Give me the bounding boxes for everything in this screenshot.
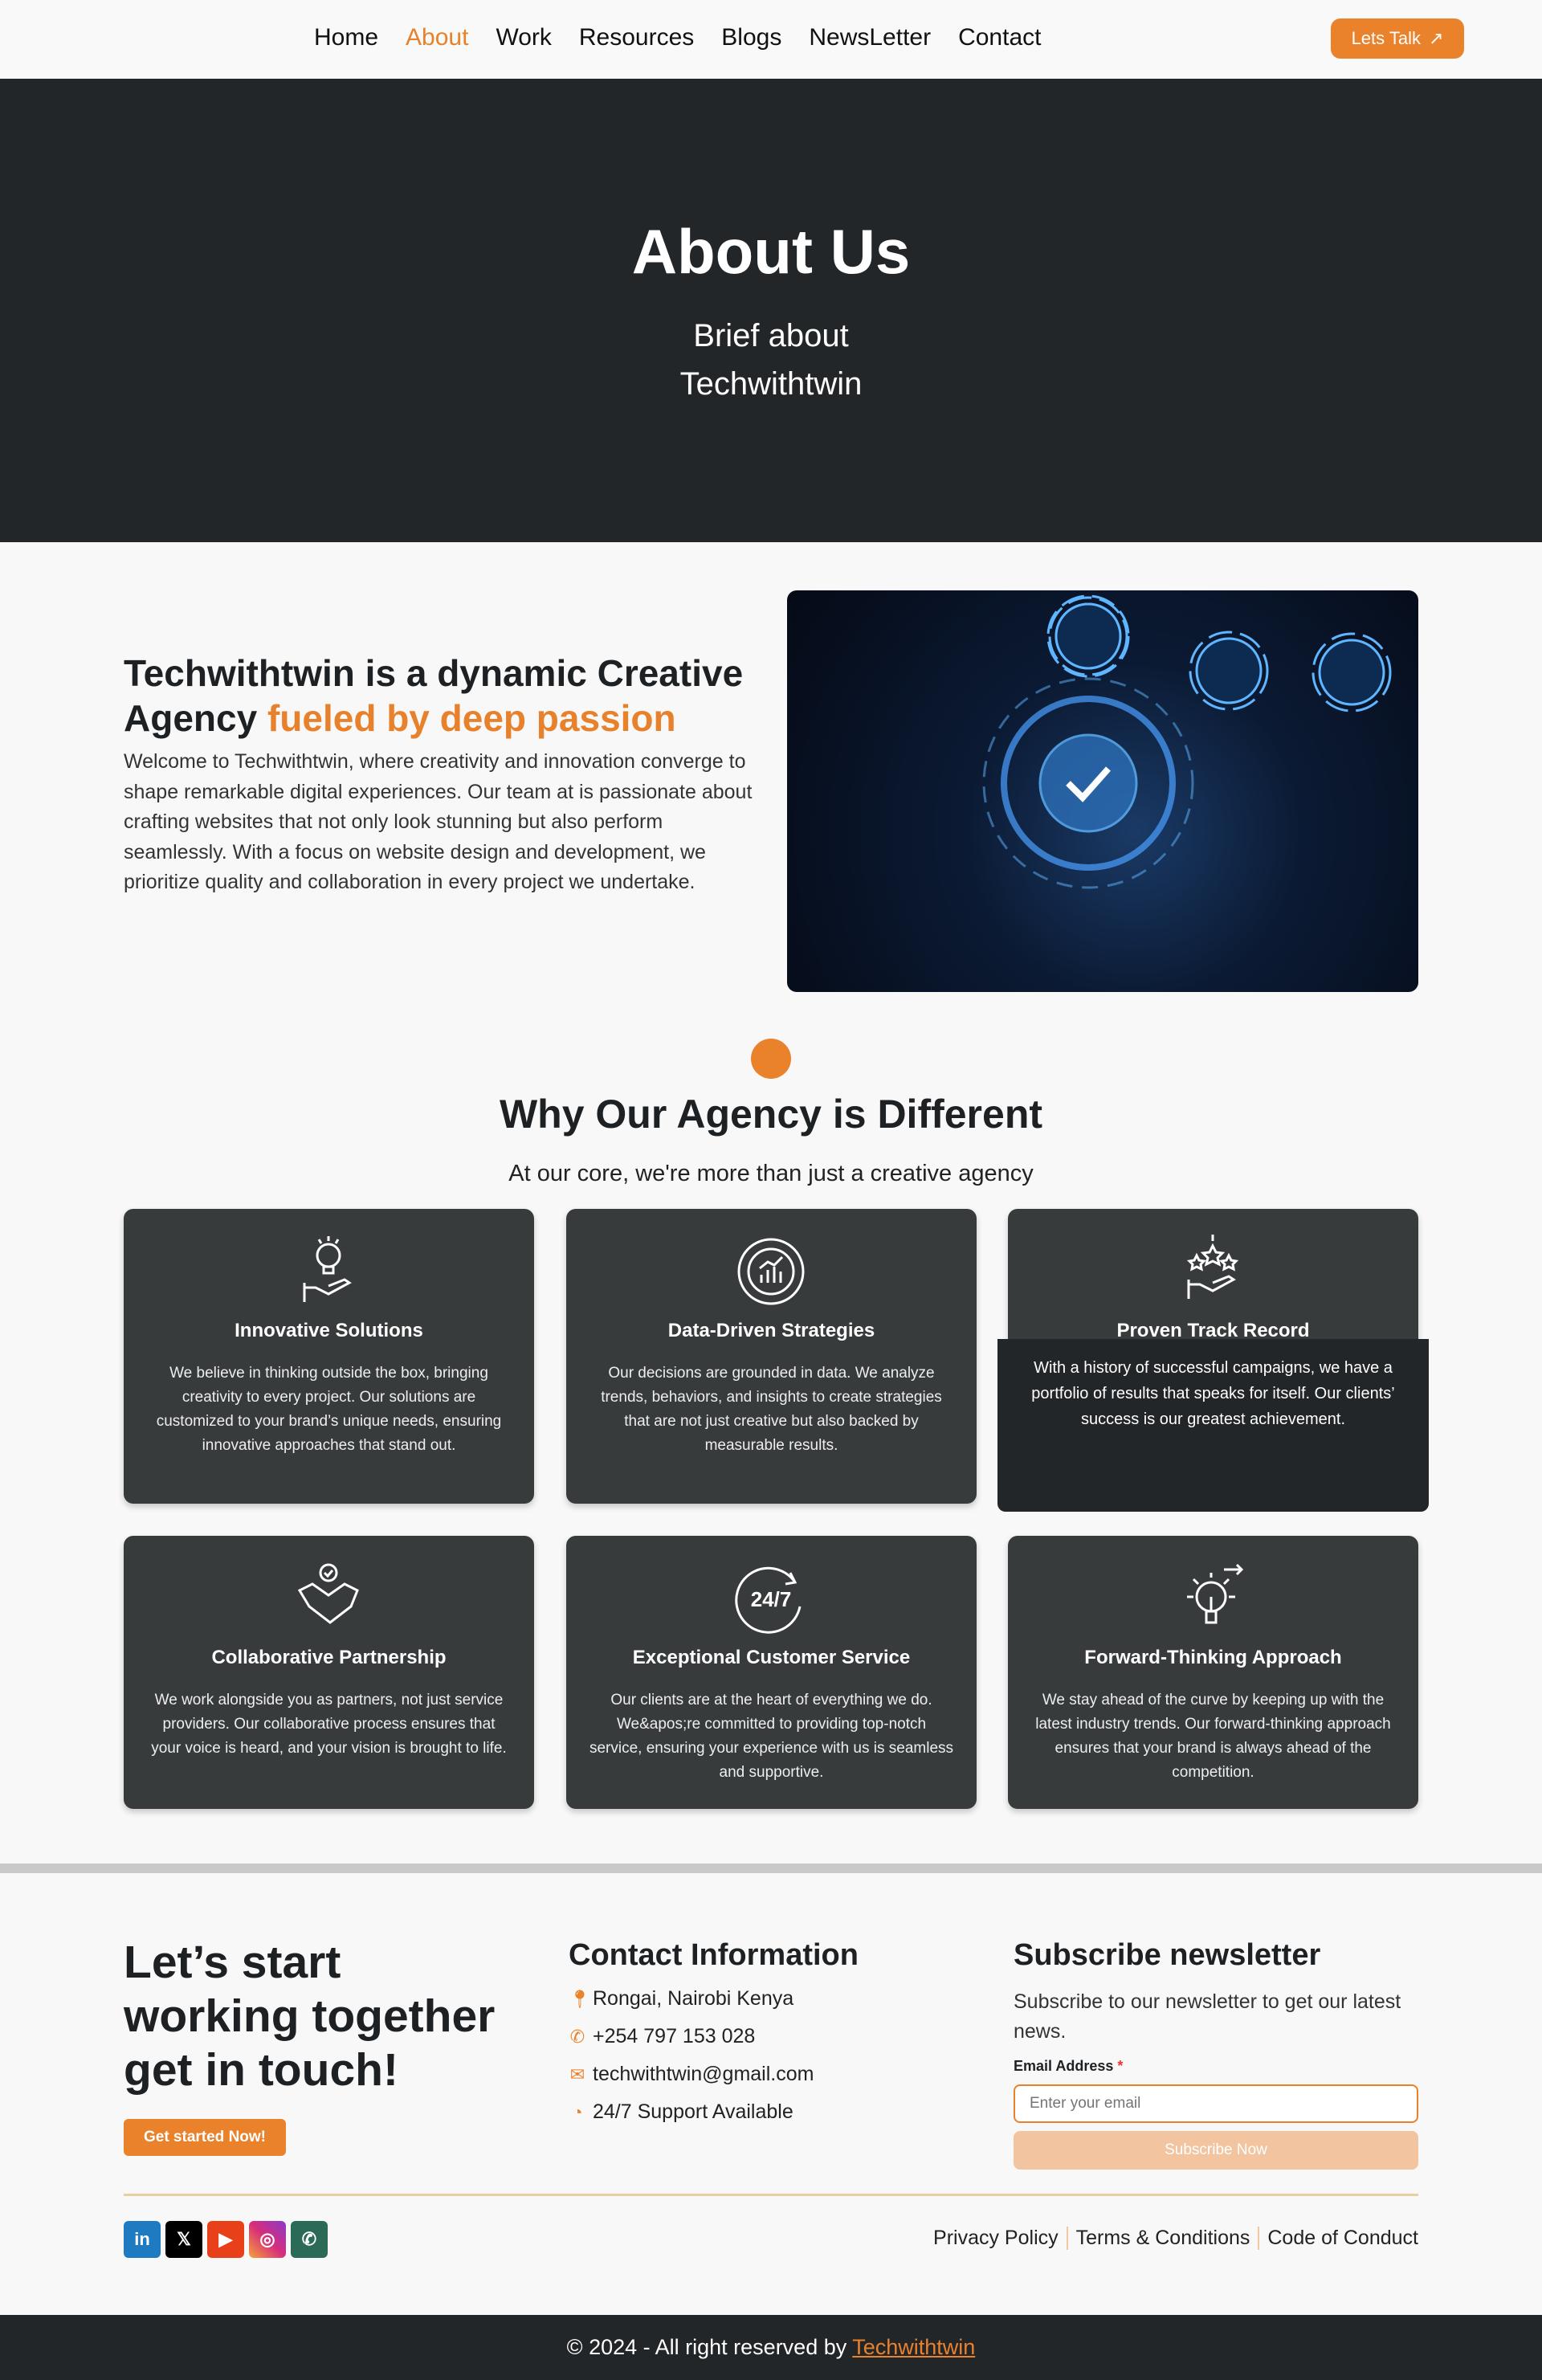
lightbulb-hand-icon xyxy=(303,1236,352,1302)
section-dot-decoration xyxy=(751,1039,791,1079)
nav-contact[interactable]: Contact xyxy=(958,24,1041,51)
footer-divider xyxy=(124,2194,1418,2196)
phone-icon: ✆ xyxy=(569,2026,585,2047)
newsletter-form: Subscribe newsletter Subscribe to our ne… xyxy=(1014,1938,1418,2170)
hero-subtitle: Brief about Techwithtwin xyxy=(679,318,863,402)
copyright-bar: © 2024 - All right reserved by Techwitht… xyxy=(0,2315,1542,2380)
why-subtitle: At our core, we're more than just a crea… xyxy=(508,1161,1034,1186)
intro-paragraph: Welcome to Techwithtwin, where creativit… xyxy=(124,750,753,894)
feature-card-text: We work alongside you as partners, not j… xyxy=(151,1692,507,1757)
feature-card: Innovative Solutions We believe in thinki… xyxy=(124,1209,534,1504)
contact-info: Contact Information 📍︎ Rongai, Nairobi Ke… xyxy=(569,1938,859,2124)
email-label-text: Email Address xyxy=(1014,2058,1114,2074)
feature-card: Forward-Thinking Approach We stay ahead o… xyxy=(1008,1536,1418,1809)
feature-card-text: We believe in thinking outside the box, … xyxy=(156,1365,502,1454)
lets-talk-label: Lets Talk xyxy=(1351,28,1421,48)
support-text: 24/7 Support Available xyxy=(593,2100,793,2123)
mail-icon: ✉ xyxy=(569,2064,585,2084)
stars-hand-icon xyxy=(1186,1235,1239,1299)
newsletter-text: Subscribe to our newsletter to get our l… xyxy=(1014,1990,1401,2043)
lightbulb-arrow-icon xyxy=(1187,1563,1244,1624)
feature-card: Data-Driven Strategies Our decisions are … xyxy=(566,1209,977,1504)
nav-home[interactable]: Home xyxy=(314,24,378,51)
location-pin-icon: 📍︎ xyxy=(569,1988,591,2009)
svg-text:24/7: 24/7 xyxy=(751,1587,792,1611)
nav-newsletter[interactable]: NewsLetter xyxy=(809,24,931,51)
terms-link[interactable]: Terms & Conditions xyxy=(1066,2227,1258,2250)
youtube-icon[interactable]: ▶ xyxy=(207,2221,244,2258)
nav-about[interactable]: About xyxy=(406,24,468,51)
email-input[interactable] xyxy=(1014,2084,1418,2123)
contact-phone[interactable]: ✆ +254 797 153 028 xyxy=(569,2025,859,2048)
required-marker: * xyxy=(1117,2058,1124,2074)
cta-heading: Let’s start working together get in touc… xyxy=(124,1937,496,2096)
contact-support: ◔ 24/7 Support Available xyxy=(569,2100,859,2124)
feature-card-text: We stay ahead of the curve by keeping up… xyxy=(1035,1692,1391,1781)
top-nav: Home About Work Resources Blogs NewsLett… xyxy=(0,0,1542,79)
brand-link[interactable]: Techwithtwin xyxy=(852,2335,975,2359)
24-7-icon: 24/7 xyxy=(735,1566,802,1634)
why-heading: Why Our Agency is Different xyxy=(499,1092,1043,1137)
newsletter-title: Subscribe newsletter xyxy=(1014,1938,1321,1972)
intro-heading: Techwithtwin is a dynamic Creative Agenc… xyxy=(124,651,750,741)
contact-email[interactable]: ✉ techwithtwin@gmail.com xyxy=(569,2063,859,2086)
linkedin-icon[interactable]: in xyxy=(124,2221,161,2258)
feature-card-text: Our decisions are grounded in data. We a… xyxy=(601,1365,942,1454)
intro-heading-accent: fueled by deep passion xyxy=(267,697,676,739)
whatsapp-icon[interactable]: ✆ xyxy=(291,2221,328,2258)
hero-image-hand-icons xyxy=(787,590,1418,992)
copyright-text: © 2024 - All right reserved by xyxy=(566,2335,853,2359)
page-title: About Us xyxy=(631,216,911,287)
feature-card: Collaborative Partnership We work alongsi… xyxy=(124,1536,534,1809)
feature-card-title: Forward-Thinking Approach xyxy=(1084,1647,1342,1668)
feature-card-title: Innovative Solutions xyxy=(235,1320,423,1341)
email-label: Email Address * xyxy=(1014,2058,1418,2075)
nav-work[interactable]: Work xyxy=(496,24,551,51)
footer-links: Privacy Policy Terms & Conditions Code o… xyxy=(933,2227,1418,2250)
social-links: in 𝕏 ▶ ◎ ✆ xyxy=(124,2221,328,2258)
arrow-up-right-icon: ↗ xyxy=(1428,28,1444,48)
code-of-conduct-link[interactable]: Code of Conduct xyxy=(1258,2227,1418,2250)
feature-card-text-hover: With a history of successful campaigns, … xyxy=(997,1339,1429,1512)
handshake-icon xyxy=(297,1563,359,1624)
contact-title: Contact Information xyxy=(569,1938,859,1972)
x-twitter-icon[interactable]: 𝕏 xyxy=(165,2221,202,2258)
instagram-icon[interactable]: ◎ xyxy=(249,2221,286,2258)
feature-card-title: Collaborative Partnership xyxy=(211,1647,447,1668)
clock-icon: ◔ xyxy=(572,2101,583,2122)
contact-address: 📍︎ Rongai, Nairobi Kenya xyxy=(569,1987,859,2011)
nav-blogs[interactable]: Blogs xyxy=(721,24,781,51)
feature-card: 24/7 Exceptional Customer Service Our clie… xyxy=(566,1536,977,1809)
nav-resources[interactable]: Resources xyxy=(579,24,694,51)
hero-banner: About Us Brief about Techwithtwin xyxy=(0,79,1542,542)
privacy-policy-link[interactable]: Privacy Policy xyxy=(933,2227,1067,2250)
subscribe-button[interactable]: Subscribe Now xyxy=(1014,2131,1418,2170)
address-text: Rongai, Nairobi Kenya xyxy=(593,1987,794,2010)
section-divider xyxy=(0,1864,1542,1873)
feature-card-text: Our clients are at the heart of everythi… xyxy=(589,1692,954,1781)
feature-card-title: Data-Driven Strategies xyxy=(667,1320,875,1341)
lets-talk-button[interactable]: Lets Talk ↗ xyxy=(1331,18,1464,59)
get-started-button[interactable]: Get started Now! xyxy=(124,2119,286,2156)
feature-card-title: Exceptional Customer Service xyxy=(632,1647,911,1668)
data-chart-icon xyxy=(737,1238,805,1305)
phone-text: +254 797 153 028 xyxy=(593,2025,756,2047)
email-text: techwithtwin@gmail.com xyxy=(593,2063,814,2085)
